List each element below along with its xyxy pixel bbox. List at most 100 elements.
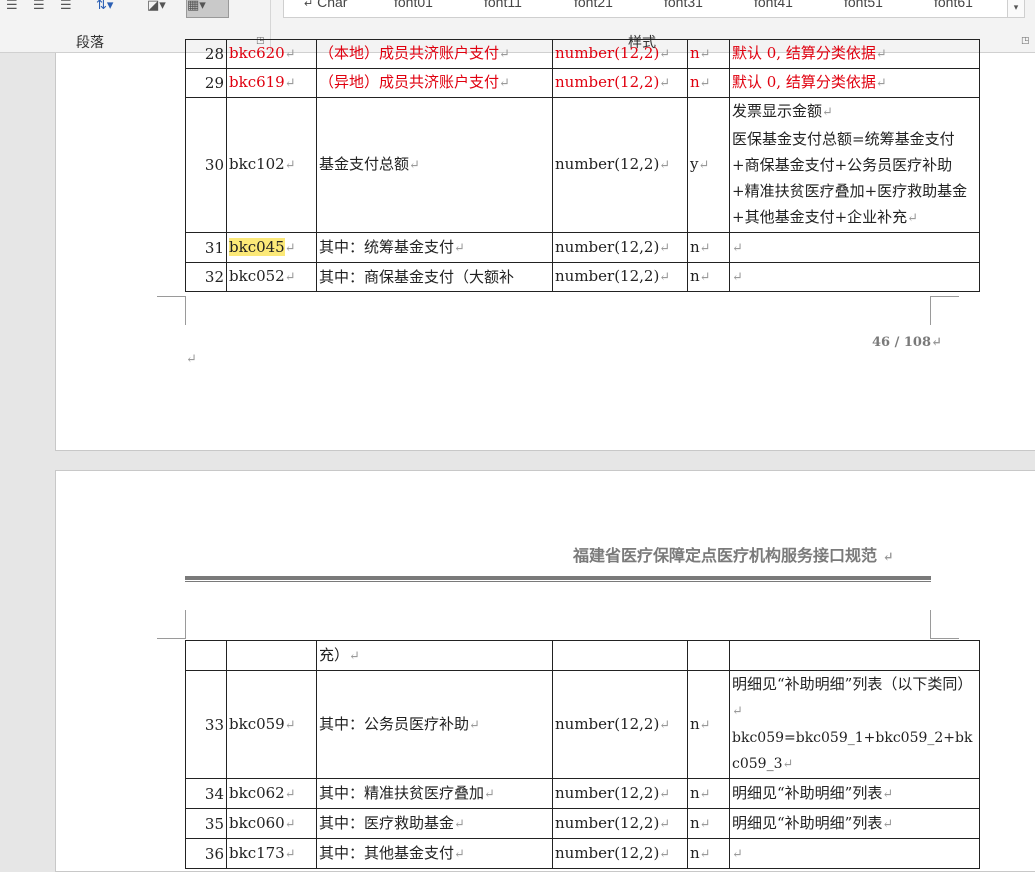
field-name: 其中：医疗救助基金↵ — [316, 808, 553, 839]
field-type: number(12,2)↵ — [552, 232, 688, 263]
field-remark: ↵ — [729, 232, 980, 263]
crop-mark — [930, 296, 959, 297]
field-type: number(12,2)↵ — [552, 39, 688, 69]
table-row: 34 bkc062↵ 其中：精准扶贫医疗叠加↵ number(12,2)↵ n↵… — [185, 778, 980, 809]
field-code: bkc060↵ — [226, 808, 317, 839]
field-type — [552, 640, 688, 671]
crop-mark — [930, 610, 931, 639]
row-number: 31 — [185, 232, 227, 263]
page-number: 46 / 108↵ — [872, 335, 942, 350]
field-code: bkc059↵ — [226, 670, 317, 779]
paragraph-group-label: 段落 — [76, 34, 104, 50]
field-type: number(12,2)↵ — [552, 670, 688, 779]
field-remark: 发票显示金额↵ 医保基金支付总额=统筹基金支付+商保基金支付+公务员医疗补助+精准… — [729, 97, 980, 233]
style-item[interactable]: font21 — [574, 0, 613, 10]
table-row: 36 bkc173↵ 其中：其他基金支付↵ number(12,2)↵ n↵ ↵ — [185, 838, 980, 869]
field-name: （本地）成员共济账户支付↵ — [316, 39, 553, 69]
field-name: （异地）成员共济账户支付↵ — [316, 68, 553, 98]
row-number: 30 — [185, 97, 227, 233]
field-remark: 默认 0, 结算分类依据↵ — [729, 39, 980, 69]
header-rule — [185, 581, 931, 582]
row-number: 32 — [185, 262, 227, 292]
style-item[interactable]: font41 — [754, 0, 793, 10]
data-table: 充）↵ 33 bkc059↵ 其中：公务员医疗补助↵ number(12,2)↵… — [185, 640, 980, 869]
paragraph-mark: ↵ — [186, 352, 197, 367]
borders-icon[interactable]: ▦▾ — [186, 0, 229, 18]
row-number: 36 — [185, 838, 227, 869]
row-number: 34 — [185, 778, 227, 809]
field-name: 其中：精准扶贫医疗叠加↵ — [316, 778, 553, 809]
line-spacing-icon[interactable]: ⇅▾ — [96, 0, 113, 16]
row-number: 33 — [185, 670, 227, 779]
field-flag: n↵ — [687, 670, 730, 779]
field-code: bkc620↵ — [226, 39, 317, 69]
field-type: number(12,2)↵ — [552, 778, 688, 809]
field-flag: n↵ — [687, 68, 730, 98]
crop-mark — [157, 296, 186, 297]
field-code — [226, 640, 317, 671]
crop-mark — [185, 610, 186, 639]
table-row: 28 bkc620↵ （本地）成员共济账户支付↵ number(12,2)↵ n… — [185, 39, 980, 69]
row-number — [185, 640, 227, 671]
table-row: 30 bkc102↵ 基金支付总额↵ number(12,2)↵ y↵ 发票显示… — [185, 97, 980, 233]
header-rule — [185, 576, 931, 580]
field-name: 其中：其他基金支付↵ — [316, 838, 553, 869]
field-code: bkc173↵ — [226, 838, 317, 869]
field-type: number(12,2)↵ — [552, 97, 688, 233]
crop-mark — [157, 638, 186, 639]
field-remark — [729, 640, 980, 671]
table-row: 充）↵ — [185, 640, 980, 671]
row-number: 29 — [185, 68, 227, 98]
table-row: 33 bkc059↵ 其中：公务员医疗补助↵ number(12,2)↵ n↵ … — [185, 670, 980, 779]
crop-mark — [930, 296, 931, 325]
field-flag — [687, 640, 730, 671]
styles-dialog-launcher-icon[interactable]: ◳ — [1021, 37, 1030, 46]
table-row: 32 bkc052↵ 其中：商保基金支付（大额补 number(12,2)↵ n… — [185, 262, 980, 292]
row-number: 35 — [185, 808, 227, 839]
field-name: 充）↵ — [316, 640, 553, 671]
field-flag: n↵ — [687, 838, 730, 869]
align-right-icon[interactable]: ☰ — [33, 0, 45, 16]
row-number: 28 — [185, 39, 227, 69]
field-remark: ↵ — [729, 838, 980, 869]
field-flag: y↵ — [687, 97, 730, 233]
crop-mark — [930, 638, 959, 639]
style-item[interactable]: ↵ Char — [304, 0, 347, 10]
field-name: 其中：商保基金支付（大额补 — [316, 262, 553, 292]
field-type: number(12,2)↵ — [552, 808, 688, 839]
field-remark: 明细见“补助明细”列表↵ — [729, 808, 980, 839]
field-code: bkc102↵ — [226, 97, 317, 233]
field-flag: n↵ — [687, 262, 730, 292]
field-code: bkc052↵ — [226, 262, 317, 292]
style-item[interactable]: font11 — [484, 0, 522, 10]
field-remark: 明细见“补助明细”列表↵ — [729, 778, 980, 809]
field-code: bkc045↵ — [226, 232, 317, 263]
style-item[interactable]: font51 — [844, 0, 883, 10]
field-remark: ↵ — [729, 262, 980, 292]
field-flag: n↵ — [687, 778, 730, 809]
shading-icon[interactable]: ◪▾ — [147, 0, 166, 16]
crop-mark — [185, 296, 186, 325]
justify-icon[interactable]: ☰ — [60, 0, 72, 16]
styles-gallery[interactable]: ↵ Char font01 font11 font21 font31 font4… — [283, 0, 1025, 18]
field-name: 其中：统筹基金支付↵ — [316, 232, 553, 263]
field-type: number(12,2)↵ — [552, 262, 688, 292]
field-flag: n↵ — [687, 232, 730, 263]
field-name: 其中：公务员医疗补助↵ — [316, 670, 553, 779]
styles-more-icon[interactable]: ▾ — [1007, 0, 1024, 17]
field-remark: 明细见“补助明细”列表（以下类同）↵ bkc059=bkc059_1+bkc059… — [729, 670, 980, 779]
field-name: 基金支付总额↵ — [316, 97, 553, 233]
field-flag: n↵ — [687, 39, 730, 69]
field-type: number(12,2)↵ — [552, 68, 688, 98]
style-item[interactable]: font61 — [934, 0, 973, 10]
style-item[interactable]: font31 — [664, 0, 703, 10]
style-item[interactable]: font01 — [394, 0, 433, 10]
field-code: bkc619↵ — [226, 68, 317, 98]
table-row: 35 bkc060↵ 其中：医疗救助基金↵ number(12,2)↵ n↵ 明… — [185, 808, 980, 839]
data-table: 28 bkc620↵ （本地）成员共济账户支付↵ number(12,2)↵ n… — [185, 39, 980, 292]
page-header-title: 福建省医疗保障定点医疗机构服务接口规范 ↵ — [573, 546, 894, 565]
align-center-icon[interactable]: ☰ — [6, 0, 18, 16]
field-code: bkc062↵ — [226, 778, 317, 809]
table-row: 31 bkc045↵ 其中：统筹基金支付↵ number(12,2)↵ n↵ ↵ — [185, 232, 980, 263]
field-type: number(12,2)↵ — [552, 838, 688, 869]
